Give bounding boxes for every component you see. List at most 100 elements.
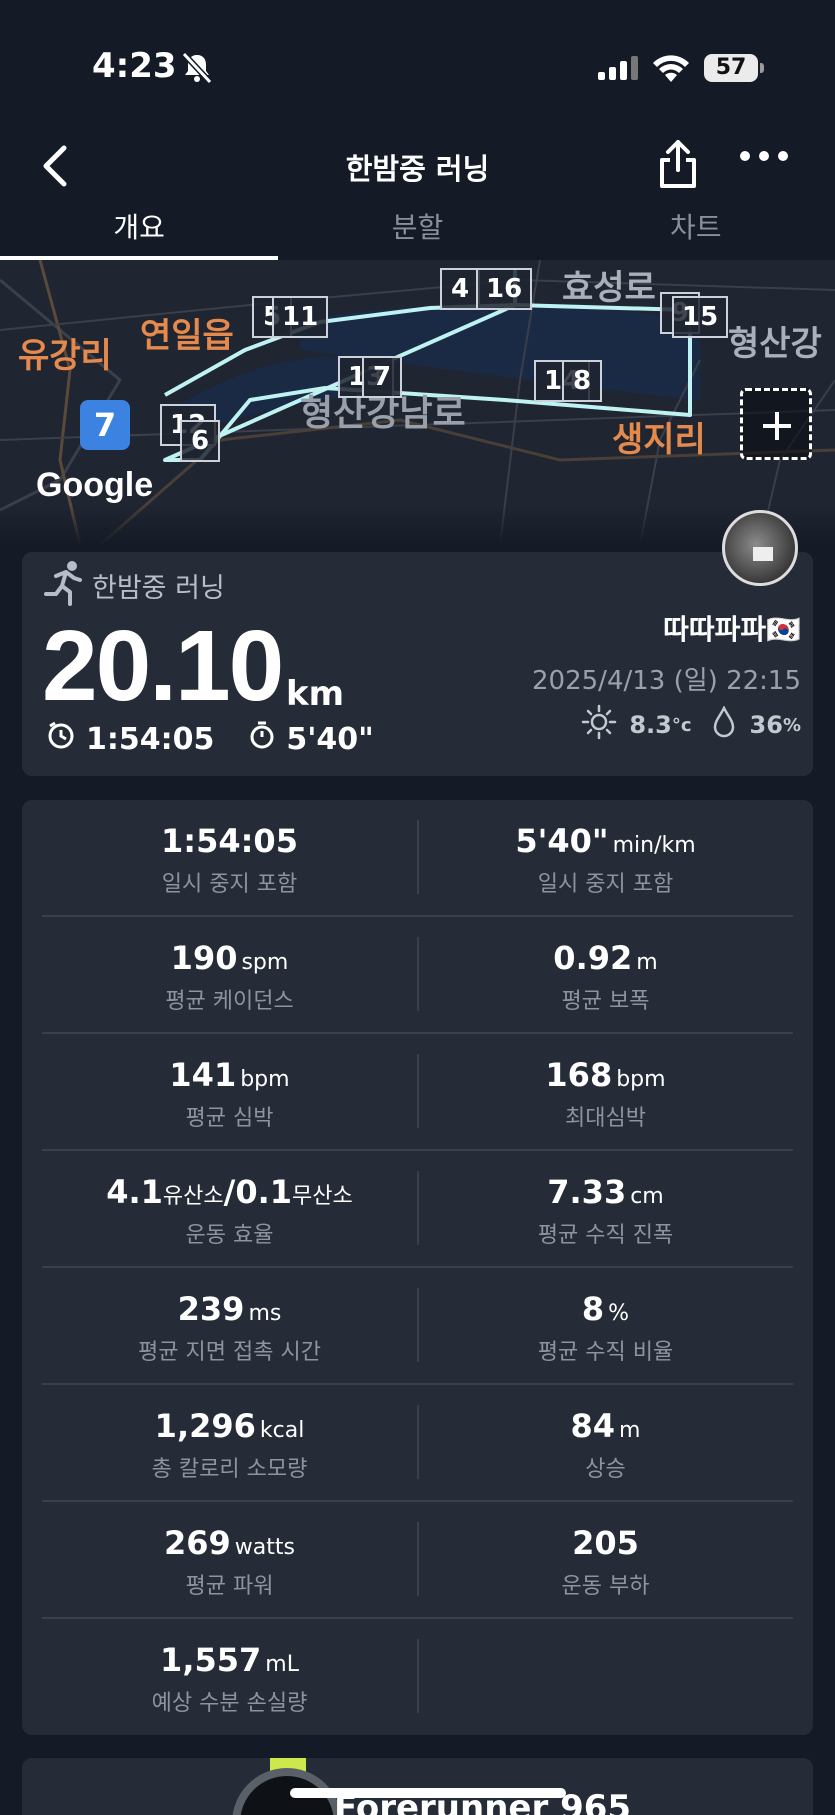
stat-value: 0.92 [553, 939, 633, 977]
stats-card: 1:54:05 일시 중지 포함 5'40" min/km 일시 중지 포함 19… [22, 800, 813, 1735]
avatar[interactable] [722, 510, 798, 586]
stat-unit: watts [234, 1535, 295, 1560]
stat-row: 1:54:05 일시 중지 포함 5'40" min/km 일시 중지 포함 [42, 800, 793, 917]
stat-label: 예상 수분 손실량 [151, 1691, 308, 1716]
stat-unit: bpm [240, 1067, 290, 1092]
km-marker[interactable]: 7 [362, 356, 402, 398]
stat-unit: kcal [259, 1418, 305, 1443]
km-marker[interactable]: 8 [562, 360, 602, 402]
distance-unit: km [286, 674, 345, 714]
device-card[interactable]: Forerunner 965 [22, 1758, 813, 1815]
stat-value: 4.1 [106, 1173, 163, 1211]
stat-value: /0.1 [223, 1173, 293, 1211]
expand-plus-icon[interactable] [740, 388, 812, 460]
bell-slash-icon [180, 51, 214, 88]
km-marker[interactable]: 16 [476, 268, 533, 310]
page-title: 한밤중 러닝 [345, 152, 490, 186]
stat-label: 평균 심박 [185, 1106, 274, 1131]
stat-unit: ms [248, 1301, 282, 1326]
map-label-yeonil: 연일읍 [140, 316, 234, 356]
stat-value: 205 [572, 1524, 639, 1562]
stat-value: 84 [570, 1407, 616, 1445]
stat-label: 일시 중지 포함 [161, 872, 298, 897]
time-pace-row: 1:54:05 5'40" [46, 720, 374, 758]
stat-unit: m [636, 950, 658, 975]
google-attribution: Google [36, 466, 154, 504]
tab-splits[interactable]: 분할 [278, 204, 556, 260]
km-marker[interactable]: 4 [440, 268, 480, 310]
stat-label: 평균 수직 비율 [537, 1340, 674, 1365]
battery-indicator: 57 [704, 54, 764, 82]
stat-value: 239 [177, 1290, 245, 1328]
stat-unit: % [608, 1301, 630, 1326]
droplet-icon [712, 705, 736, 744]
stat-value: 269 [164, 1524, 231, 1562]
stat-value: 1,557 [160, 1641, 262, 1679]
stat-value: 190 [170, 939, 238, 977]
stat-label: 평균 케이던스 [165, 989, 294, 1014]
stat-unit: m [619, 1418, 641, 1443]
stat-vertical-ratio: 8% 평균 수직 비율 [418, 1268, 793, 1385]
wifi-icon [652, 54, 690, 86]
status-time: 4:23 [92, 46, 177, 86]
stat-value: 8 [581, 1290, 605, 1328]
stat-training-load: 205 운동 부하 [418, 1502, 793, 1619]
stat-label: 평균 파워 [185, 1574, 274, 1599]
pace-value: 5'40" [286, 721, 374, 757]
stat-value: 141 [169, 1056, 237, 1094]
stat-label: 평균 지면 접촉 시간 [138, 1340, 321, 1365]
stat-row: 269 watts 평균 파워 205 운동 부하 [42, 1502, 793, 1619]
timer-icon [46, 720, 76, 758]
km-marker[interactable]: 11 [272, 296, 329, 338]
stat-ascent: 84 m 상승 [418, 1385, 793, 1502]
stat-label: 총 칼로리 소모량 [151, 1457, 308, 1482]
stat-row: 190 spm 평균 케이던스 0.92 m 평균 보폭 [42, 917, 793, 1034]
humidity-value: 36 [749, 711, 783, 739]
weather-row: 8.3 °c 36 % [581, 704, 801, 746]
stat-label: 평균 수직 진폭 [537, 1223, 674, 1248]
activity-date: 2025/4/13 (일) 22:15 [532, 666, 801, 696]
stat-label: 운동 효율 [185, 1223, 274, 1248]
running-icon [44, 560, 86, 610]
duration-value: 1:54:05 [86, 721, 215, 757]
temperature-unit: °c [671, 714, 692, 736]
stat-label: 평균 보폭 [561, 989, 650, 1014]
status-bar: 4:23 57 [0, 0, 835, 130]
distance-value: 20.10 [42, 610, 284, 722]
stat-unit: mL [265, 1652, 299, 1677]
stat-cadence: 190 spm 평균 케이던스 [42, 917, 417, 1034]
tab-bar: 개요 분할 차트 [0, 204, 835, 260]
stat-vertical-oscillation: 7.33 cm 평균 수직 진폭 [418, 1151, 793, 1268]
stat-avg-power: 269 watts 평균 파워 [42, 1502, 417, 1619]
stat-label: 최대심박 [565, 1106, 646, 1131]
stat-calories: 1,296 kcal 총 칼로리 소모량 [42, 1385, 417, 1502]
km-marker[interactable]: 15 [672, 296, 729, 338]
stat-value: 5'40" [515, 822, 609, 860]
stat-unit: cm [630, 1184, 664, 1209]
stat-unit: 유산소 [162, 1184, 224, 1209]
user-name: 따따파파🇰🇷 [663, 613, 801, 646]
tab-charts[interactable]: 차트 [557, 204, 835, 260]
map-fade [0, 505, 835, 545]
more-icon[interactable] [738, 146, 790, 170]
km-marker[interactable]: 6 [180, 420, 220, 462]
stat-label: 일시 중지 포함 [537, 872, 674, 897]
stat-training-effect: 4.1유산소/0.1무산소 운동 효율 [42, 1151, 417, 1268]
stat-label: 운동 부하 [561, 1574, 650, 1599]
home-indicator[interactable] [290, 1788, 566, 1798]
stat-total-time: 1:54:05 일시 중지 포함 [42, 800, 417, 917]
stat-unit: min/km [612, 833, 696, 858]
stat-ground-contact: 239 ms 평균 지면 접촉 시간 [42, 1268, 417, 1385]
stat-value: 168 [545, 1056, 613, 1094]
stat-value: 1,296 [154, 1407, 256, 1445]
map-label-yugang: 유강리 [18, 336, 112, 376]
route-map[interactable]: 연일읍 유강리 효성로 형산강 형산강남로 생지리 7 Google 5 11 … [0, 260, 835, 545]
stat-sweat-loss: 1,557 mL 예상 수분 손실량 [42, 1619, 417, 1736]
humidity-unit: % [782, 714, 801, 736]
share-icon[interactable] [656, 138, 700, 194]
stat-value: 7.33 [547, 1173, 627, 1211]
stat-unit: bpm [616, 1067, 666, 1092]
tab-overview[interactable]: 개요 [0, 204, 279, 260]
stat-avg-pace: 5'40" min/km 일시 중지 포함 [418, 800, 793, 917]
stat-row: 1,557 mL 예상 수분 손실량 [42, 1619, 793, 1736]
